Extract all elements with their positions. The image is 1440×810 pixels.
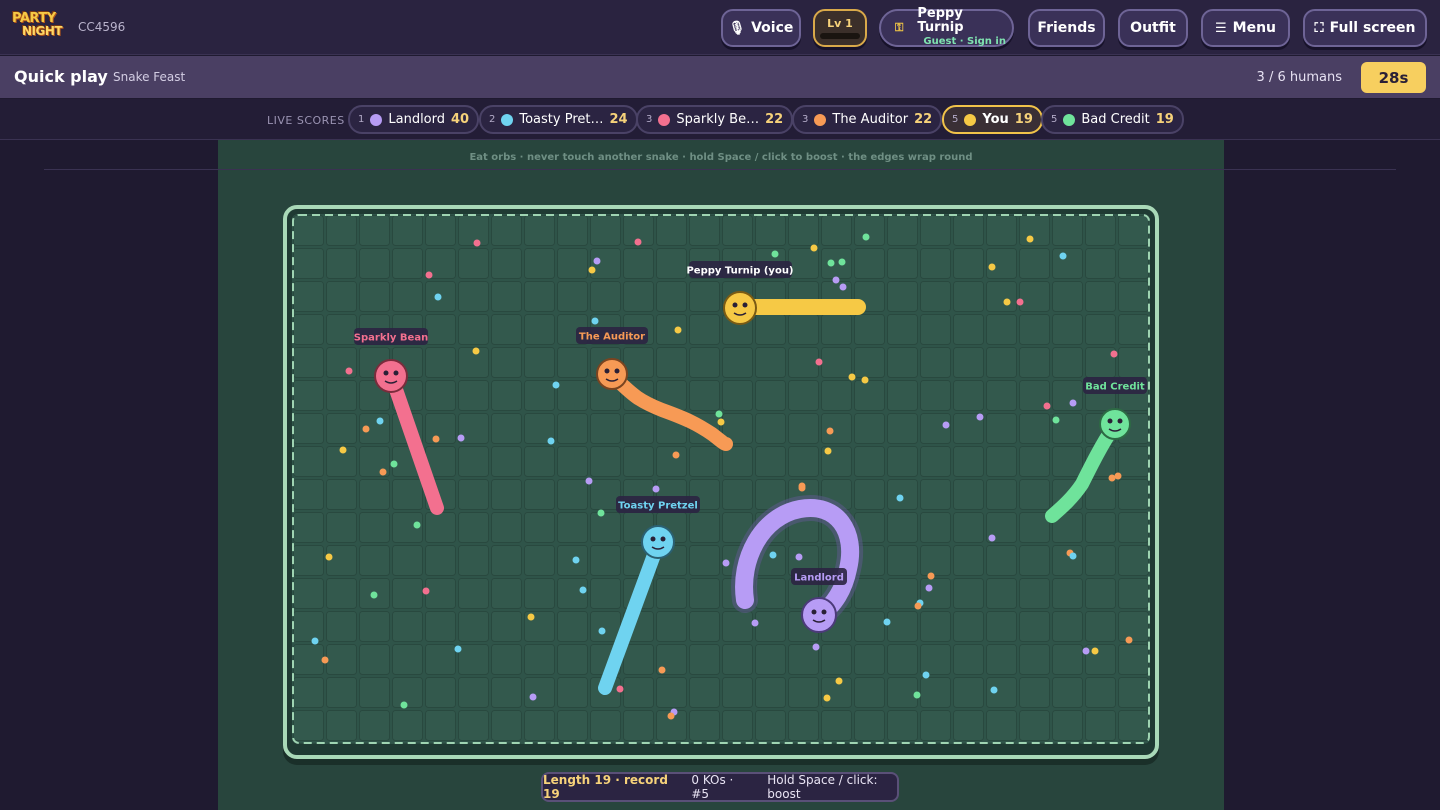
friends-label: Friends <box>1037 20 1096 36</box>
snake-head-sparkly-bean <box>374 359 408 393</box>
score-value: 22 <box>765 112 784 127</box>
round-timer: 28s <box>1361 62 1426 93</box>
outfit-button[interactable]: Outfit <box>1118 9 1188 47</box>
level-label: Lv 1 <box>827 17 853 30</box>
score-name: Bad Credit <box>1081 112 1150 127</box>
fullscreen-icon: ⛶ <box>1314 20 1324 36</box>
player-status-bar: Length 19 · record 19 0 KOs · #5 Hold Sp… <box>541 772 899 802</box>
score-rank: 3 <box>802 114 809 125</box>
mic-icon: 🎙︎ <box>728 20 746 36</box>
player-color-dot <box>501 113 514 126</box>
score-name: The Auditor <box>832 112 909 127</box>
voice-label: Voice <box>751 20 794 36</box>
snake-head-you <box>723 291 757 325</box>
score-chip-you: 5 You 19 <box>942 105 1043 134</box>
score-rank: 2 <box>489 114 496 125</box>
voice-button[interactable]: 🎙︎ Voice <box>721 9 801 47</box>
logo-line-2: NIGHT <box>22 24 63 38</box>
humans-count: 3 / 6 humans <box>1256 70 1342 85</box>
nametag-the-auditor: The Auditor <box>576 327 648 344</box>
boost-hint: Hold Space / click: boost <box>767 773 878 801</box>
nametag-bad-credit-text: Bad Credit <box>1085 382 1145 393</box>
mode-bar: Quick play Snake Feast 3 / 6 humans 28s <box>0 56 1440 98</box>
nametag-toasty-pretzel: Toasty Pretzel <box>616 496 700 513</box>
menu-button[interactable]: ☰ Menu <box>1201 9 1290 47</box>
score-value: 24 <box>609 112 628 127</box>
snake-head-the-auditor <box>596 358 628 390</box>
nametag-you: Peppy Turnip (you) <box>686 261 794 278</box>
score-name: You <box>982 112 1009 127</box>
live-scores-bar: LIVE SCORES 1 Landlord 40 2 Toasty Pret…… <box>0 99 1440 140</box>
key-icon: ⚿ <box>895 21 904 34</box>
snake-arena[interactable]: Peppy Turnip (you) Sparkly Bean The Audi… <box>292 214 1150 744</box>
game-hint: Eat orbs · never touch another snake · h… <box>469 152 973 163</box>
ko-rank: 0 KOs · #5 <box>691 773 734 801</box>
score-value: 22 <box>914 112 933 127</box>
fullscreen-label: Full screen <box>1329 20 1416 36</box>
nametag-landlord-text: Landlord <box>794 573 844 584</box>
nametag-bad-credit: Bad Credit <box>1083 377 1147 394</box>
score-rank: 5 <box>1051 114 1058 125</box>
page-title: Quick play <box>14 67 108 86</box>
player-color-dot <box>658 113 671 126</box>
level-badge[interactable]: Lv 1 <box>813 9 867 47</box>
snake-head-toasty-pretzel <box>641 525 675 559</box>
score-chip-the-auditor: 3 The Auditor 22 <box>792 105 943 134</box>
score-name: Sparkly Be… <box>676 112 760 127</box>
nametag-you-text: Peppy Turnip (you) <box>686 266 793 277</box>
nametag-toasty-pretzel-text: Toasty Pretzel <box>618 501 698 512</box>
menu-icon: ☰ <box>1214 20 1227 36</box>
score-value: 40 <box>451 112 470 127</box>
snake-head-bad-credit <box>1099 408 1131 440</box>
score-rank: 1 <box>358 114 365 125</box>
score-rank: 3 <box>646 114 653 125</box>
score-name: Landlord <box>388 112 446 127</box>
outfit-label: Outfit <box>1130 20 1176 36</box>
room-code: CC4596 <box>78 20 126 34</box>
nametag-sparkly-bean: Sparkly Bean <box>354 328 428 345</box>
nametag-the-auditor-text: The Auditor <box>579 332 645 343</box>
nametag-sparkly-bean-text: Sparkly Bean <box>354 333 428 344</box>
player-color-dot <box>1063 113 1076 126</box>
score-value: 19 <box>1014 112 1033 127</box>
score-chip-landlord: 1 Landlord 40 <box>348 105 480 134</box>
score-chip-bad-credit: 5 Bad Credit 19 <box>1041 105 1184 134</box>
score-chip-sparkly-bean: 3 Sparkly Be… 22 <box>636 105 794 134</box>
score-chip-toasty-pretzel: 2 Toasty Pret… 24 <box>479 105 638 134</box>
score-name: Toasty Pret… <box>519 112 604 127</box>
party-night-logo[interactable]: PARTY NIGHT <box>12 12 66 44</box>
top-bar: PARTY NIGHT CC4596 🎙︎ Voice Lv 1 ⚿ Peppy… <box>0 0 1440 55</box>
game-mode: Snake Feast <box>113 70 186 84</box>
sign-in-link[interactable]: Guest · Sign in <box>923 35 1006 49</box>
score-rank: 5 <box>952 114 959 125</box>
snake-head-landlord <box>801 597 837 633</box>
divider <box>44 169 1396 170</box>
player-color-dot <box>370 113 383 126</box>
live-scores-label: LIVE SCORES <box>267 114 345 127</box>
player-color-dot <box>964 113 977 126</box>
profile-button[interactable]: ⚿ Peppy Turnip Guest · Sign in <box>879 6 1014 49</box>
length-record: Length 19 · record 19 <box>543 773 668 801</box>
menu-label: Menu <box>1232 20 1277 36</box>
nametag-landlord: Landlord <box>791 568 847 585</box>
fullscreen-button[interactable]: ⛶ Full screen <box>1303 9 1427 47</box>
profile-name: Peppy Turnip <box>917 6 964 35</box>
player-color-dot <box>814 113 827 126</box>
friends-button[interactable]: Friends <box>1028 9 1105 47</box>
level-progress-bar <box>820 33 860 39</box>
score-value: 19 <box>1155 112 1174 127</box>
